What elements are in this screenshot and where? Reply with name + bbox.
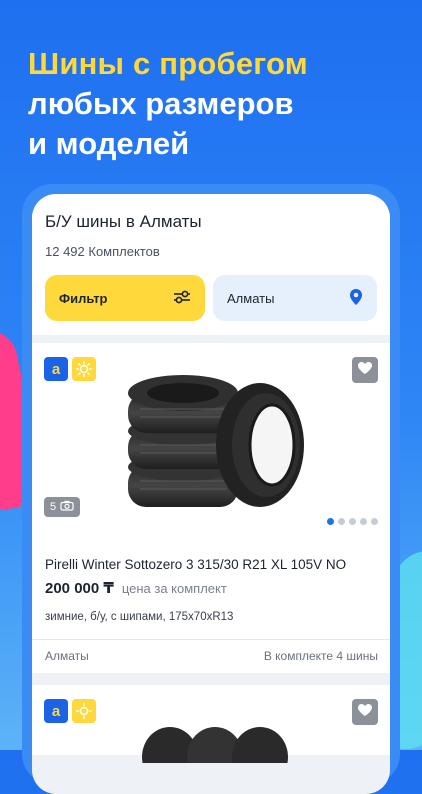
sun-icon <box>72 699 96 723</box>
photo-count: 5 <box>50 501 57 513</box>
filter-sliders-icon <box>173 289 191 308</box>
listing-card[interactable]: a <box>32 685 390 787</box>
city-selector-label: Алматы <box>227 290 275 306</box>
brand-a-letter: a <box>51 702 61 720</box>
listing-badges: a <box>44 699 96 723</box>
camera-icon <box>60 500 74 514</box>
price-unit: цена за комплект <box>121 581 227 596</box>
sun-icon <box>72 357 96 381</box>
favorite-button[interactable] <box>352 357 378 383</box>
tire-photo[interactable] <box>140 723 290 787</box>
gallery-dot[interactable] <box>338 518 345 525</box>
gallery-dot[interactable] <box>360 518 367 525</box>
listing-description: зимние, б/у, с шипами, 175x70xR13 <box>45 611 234 623</box>
tire-photo[interactable] <box>120 365 310 520</box>
brand-a-icon: a <box>44 357 68 381</box>
promo-line-2: любых размеров <box>28 86 294 121</box>
card-divider <box>32 639 390 640</box>
results-count: 12 492 Комплектов <box>45 244 160 259</box>
page-title: Б/У шины в Алматы <box>45 212 202 231</box>
brand-a-letter: a <box>51 360 61 378</box>
listing-set-info: В комплекте 4 шины <box>263 649 378 663</box>
heart-icon <box>357 361 373 380</box>
listing-card[interactable]: a <box>32 343 390 673</box>
price-row: 200 000 ₸ цена за комплект <box>45 579 227 597</box>
listing-header: Б/У шины в Алматы 12 492 Комплектов Филь… <box>32 194 390 335</box>
filter-button[interactable]: Фильтр <box>45 275 205 321</box>
filter-row: Фильтр Алматы <box>45 275 377 321</box>
gallery-dots <box>327 518 378 525</box>
listing-badges: a <box>44 357 96 381</box>
photo-count-badge: 5 <box>44 497 81 517</box>
location-pin-icon <box>349 288 363 309</box>
gallery-dot[interactable] <box>371 518 378 525</box>
brand-a-icon: a <box>44 699 68 723</box>
listing-price: 200 000 ₸ <box>45 580 114 597</box>
city-selector[interactable]: Алматы <box>213 275 377 321</box>
promo-headline: Шины с пробегом любых размеров и моделей <box>28 44 408 164</box>
promo-line-1: Шины с пробегом <box>28 46 308 81</box>
gallery-dot[interactable] <box>349 518 356 525</box>
listing-title[interactable]: Pirelli Winter Sottozero 3 315/30 R21 XL… <box>45 557 346 572</box>
app-screen: Б/У шины в Алматы 12 492 Комплектов Филь… <box>32 194 390 794</box>
filter-button-label: Фильтр <box>59 290 108 306</box>
favorite-button[interactable] <box>352 699 378 725</box>
gallery-dot[interactable] <box>327 518 334 525</box>
heart-icon <box>357 703 373 722</box>
promo-line-3: и моделей <box>28 126 190 161</box>
listing-city: Алматы <box>45 649 89 663</box>
